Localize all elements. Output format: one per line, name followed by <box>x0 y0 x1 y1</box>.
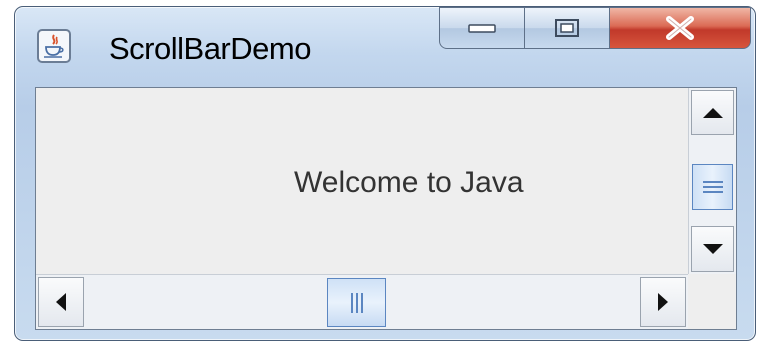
minimize-icon <box>468 24 496 33</box>
maximize-button[interactable] <box>524 7 610 49</box>
horizontal-scroll-thumb[interactable] <box>327 278 386 327</box>
window-controls <box>439 7 751 53</box>
grip-icon <box>350 292 363 313</box>
arrow-down-icon <box>702 244 723 254</box>
java-cup-icon[interactable] <box>37 29 71 63</box>
scrollbar-corner <box>688 274 736 329</box>
scroll-up-button[interactable] <box>691 90 734 135</box>
vertical-scrollbar[interactable] <box>688 88 736 274</box>
scroll-left-button[interactable] <box>38 277 84 327</box>
scroll-down-button[interactable] <box>691 226 734 272</box>
close-button[interactable] <box>609 7 751 49</box>
welcome-message: Welcome to Java <box>294 166 524 199</box>
content-panel: Welcome to Java <box>36 88 688 274</box>
maximize-icon <box>555 19 579 37</box>
vertical-scroll-thumb[interactable] <box>692 164 733 210</box>
minimize-button[interactable] <box>439 7 525 49</box>
scroll-pane: Welcome to Java <box>35 87 737 330</box>
close-icon <box>666 16 694 40</box>
arrow-left-icon <box>56 293 66 311</box>
arrow-right-icon <box>658 293 668 311</box>
arrow-up-icon <box>702 107 723 118</box>
app-window: ScrollBarDemo Welcome to Java <box>14 6 756 341</box>
grip-icon <box>702 181 723 193</box>
scroll-right-button[interactable] <box>640 277 686 327</box>
title-bar[interactable]: ScrollBarDemo <box>15 7 755 85</box>
window-title: ScrollBarDemo <box>109 31 311 66</box>
horizontal-scrollbar[interactable] <box>36 274 688 329</box>
